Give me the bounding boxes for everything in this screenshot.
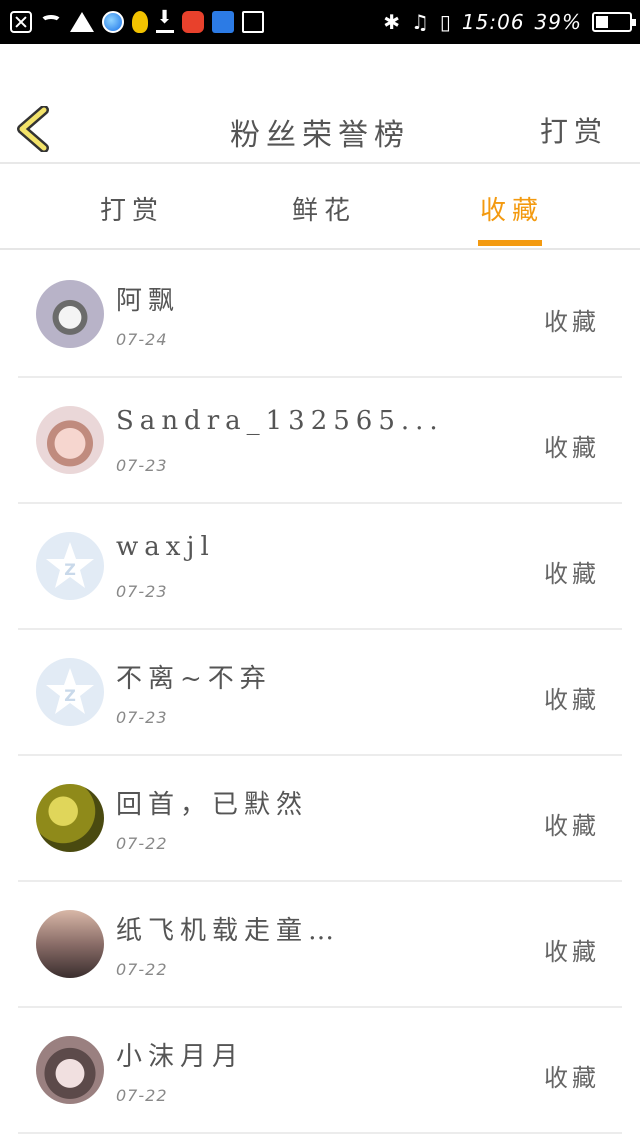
avatar[interactable] bbox=[36, 406, 104, 474]
tab-favorites[interactable]: 收藏 bbox=[480, 190, 544, 227]
notification-icons bbox=[10, 7, 264, 36]
svg-text:Z: Z bbox=[64, 560, 76, 579]
status-bar: ✱ ♫ ▯ 15:06 39% bbox=[0, 0, 640, 44]
user-name: 小沫月月 bbox=[116, 1042, 245, 1072]
bluetooth-icon: ✱ bbox=[383, 10, 401, 34]
divider bbox=[18, 1132, 622, 1134]
user-name: 阿飘 bbox=[116, 286, 181, 316]
active-tab-indicator bbox=[478, 240, 542, 246]
list-item[interactable]: Sandra_132565... 07-23 收藏 bbox=[0, 378, 640, 504]
date: 07-23 bbox=[116, 708, 168, 727]
app-notification-icon bbox=[182, 11, 204, 33]
wifi-icon bbox=[40, 15, 62, 29]
avatar[interactable] bbox=[36, 280, 104, 348]
date: 07-24 bbox=[116, 330, 168, 349]
avatar[interactable] bbox=[36, 1036, 104, 1104]
fan-list: 阿飘 07-24 收藏 Sandra_132565... 07-23 收藏 Z … bbox=[0, 252, 640, 1134]
tab-tip[interactable]: 打赏 bbox=[100, 190, 164, 227]
headphones-icon: ♫ bbox=[410, 10, 430, 34]
user-name: 不离~不弃 bbox=[116, 664, 272, 694]
favorite-label: 收藏 bbox=[544, 686, 600, 714]
default-star-avatar-icon: Z bbox=[46, 668, 94, 714]
favorite-label: 收藏 bbox=[544, 938, 600, 966]
battery-fill bbox=[596, 16, 608, 28]
system-status: ✱ ♫ ▯ 15:06 39% bbox=[383, 8, 636, 36]
user-name: Sandra_132565... bbox=[116, 406, 444, 436]
browser-icon bbox=[102, 11, 124, 33]
avatar[interactable] bbox=[36, 784, 104, 852]
clock: 15:06 bbox=[461, 10, 525, 34]
date: 07-22 bbox=[116, 834, 168, 853]
list-item[interactable]: 小沫月月 07-22 收藏 bbox=[0, 1008, 640, 1134]
list-item[interactable]: 回首，已默然 07-22 收藏 bbox=[0, 756, 640, 882]
tab-bar: 打赏 鲜花 收藏 bbox=[0, 166, 640, 250]
home-app-icon bbox=[242, 11, 264, 33]
app-header: 粉丝荣誉榜 打赏 bbox=[0, 44, 640, 164]
list-item[interactable]: 阿飘 07-24 收藏 bbox=[0, 252, 640, 378]
list-item[interactable]: 纸飞机载走童… 07-22 收藏 bbox=[0, 882, 640, 1008]
list-item[interactable]: Z waxjl 07-23 收藏 bbox=[0, 504, 640, 630]
avatar[interactable] bbox=[36, 910, 104, 978]
tab-flowers[interactable]: 鲜花 bbox=[292, 190, 356, 227]
tip-button[interactable]: 打赏 bbox=[540, 110, 608, 150]
bulb-icon bbox=[132, 11, 148, 33]
vibrate-icon: ▯ bbox=[439, 10, 452, 34]
battery-icon bbox=[592, 12, 636, 32]
signal-icon bbox=[70, 12, 94, 32]
battery-percent: 39% bbox=[534, 10, 582, 34]
favorite-label: 收藏 bbox=[544, 434, 600, 462]
download-icon bbox=[156, 7, 174, 33]
avatar[interactable]: Z bbox=[36, 658, 104, 726]
date: 07-22 bbox=[116, 1086, 168, 1105]
favorite-label: 收藏 bbox=[544, 1064, 600, 1092]
favorite-label: 收藏 bbox=[544, 560, 600, 588]
video-app-icon bbox=[212, 11, 234, 33]
avatar[interactable]: Z bbox=[36, 532, 104, 600]
date: 07-22 bbox=[116, 960, 168, 979]
user-name: waxjl bbox=[116, 532, 215, 562]
close-notification-icon bbox=[10, 11, 32, 33]
user-name: 纸飞机载走童… bbox=[116, 916, 341, 946]
user-name: 回首，已默然 bbox=[116, 790, 309, 820]
date: 07-23 bbox=[116, 582, 168, 601]
default-star-avatar-icon: Z bbox=[46, 542, 94, 588]
date: 07-23 bbox=[116, 456, 168, 475]
favorite-label: 收藏 bbox=[544, 812, 600, 840]
favorite-label: 收藏 bbox=[544, 308, 600, 336]
list-item[interactable]: Z 不离~不弃 07-23 收藏 bbox=[0, 630, 640, 756]
svg-text:Z: Z bbox=[64, 686, 76, 705]
